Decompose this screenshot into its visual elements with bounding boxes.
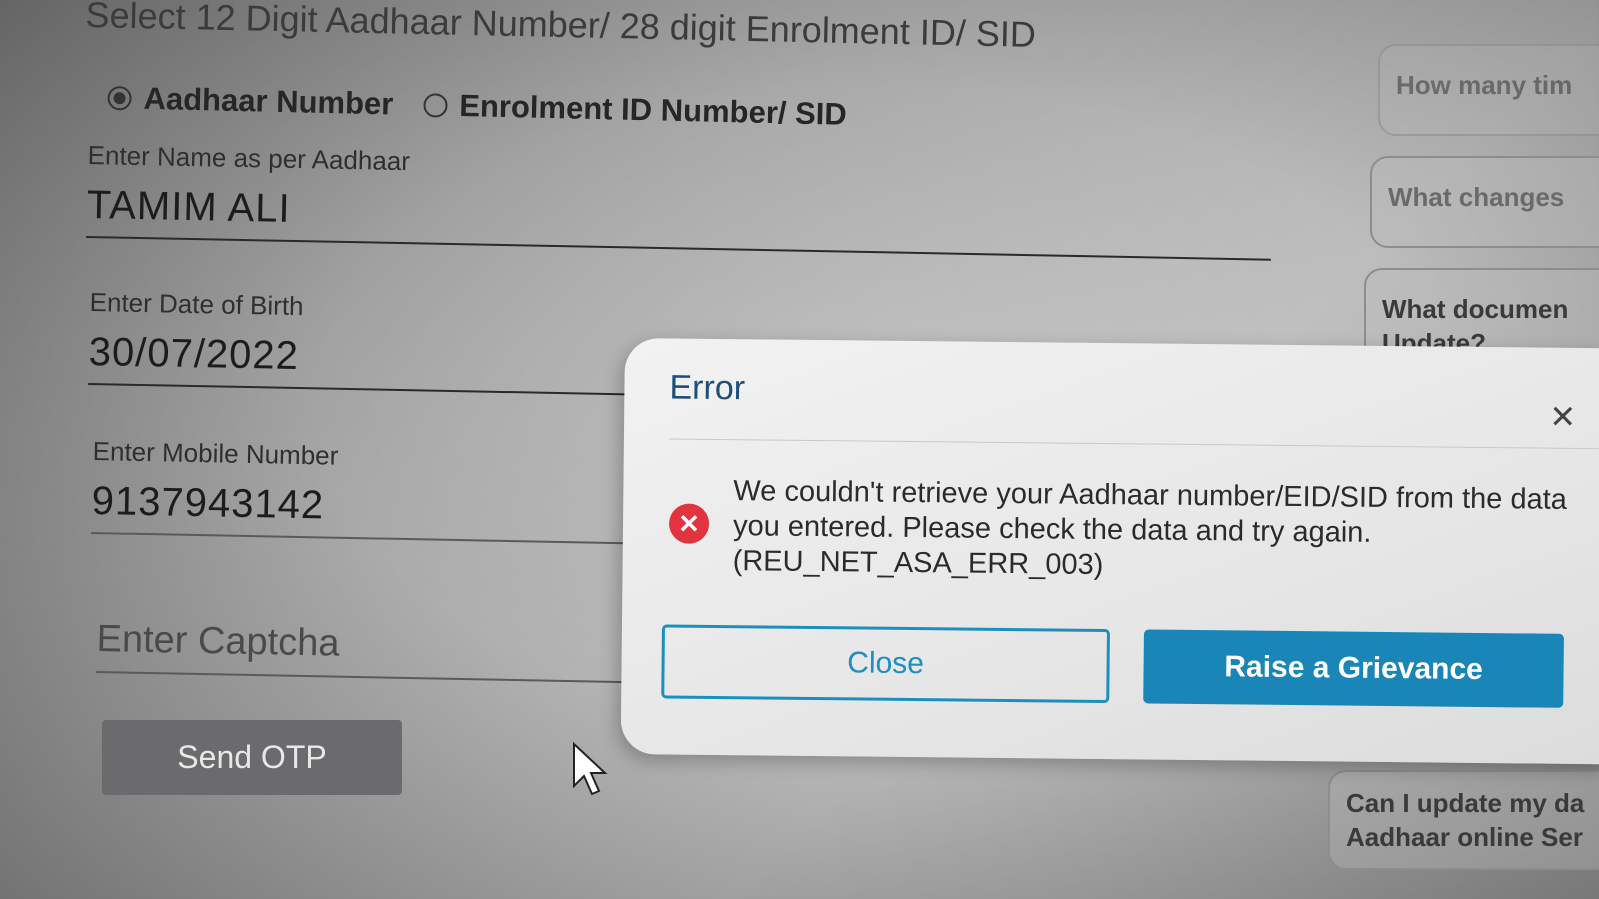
dob-input[interactable]: 30/07/2022 (88, 330, 634, 385)
form-heading: Select 12 Digit Aadhaar Number/ 28 digit… (85, 0, 1037, 55)
id-type-radio-group: Aadhaar Number Enrolment ID Number/ SID (107, 80, 877, 133)
faq-card-4[interactable]: Can I update my da Aadhaar online Ser (1328, 770, 1599, 870)
radio-label: Aadhaar Number (143, 80, 394, 122)
mobile-input[interactable]: 9137943142 (91, 479, 627, 534)
dialog-divider (668, 438, 1599, 450)
faq-card-2-text: What changes (1388, 182, 1565, 212)
mobile-field[interactable]: Enter Mobile Number 9137943142 (91, 436, 628, 545)
send-otp-button[interactable]: Send OTP (102, 720, 402, 795)
dob-field[interactable]: Enter Date of Birth 30/07/2022 (88, 287, 635, 396)
faq-card-1[interactable]: How many tim (1378, 44, 1599, 136)
error-dialog: Error ✕ ✕ We couldn't retrieve your Aadh… (620, 338, 1599, 765)
faq-card-4-line1: Can I update my da (1346, 788, 1585, 818)
captcha-field[interactable]: Enter Captcha (95, 618, 627, 684)
faq-card-1-text: How many tim (1396, 70, 1573, 100)
raise-grievance-button[interactable]: Raise a Grievance (1143, 629, 1564, 708)
faq-card-4-line2: Aadhaar online Ser (1346, 822, 1583, 852)
radio-unselected-icon[interactable] (423, 93, 448, 118)
radio-label: Enrolment ID Number/ SID (458, 87, 848, 132)
radio-enrolment-id[interactable]: Enrolment ID Number/ SID (423, 87, 847, 133)
dob-underline (88, 382, 634, 396)
mobile-underline (91, 531, 627, 545)
faq-card-2[interactable]: What changes (1370, 156, 1599, 248)
name-field[interactable]: Enter Name as per Aadhaar TAMIM ALI (86, 140, 1273, 261)
error-circle-icon: ✕ (668, 503, 710, 544)
radio-aadhaar-number[interactable]: Aadhaar Number (107, 80, 394, 122)
close-button[interactable]: Close (661, 624, 1110, 704)
mobile-label: Enter Mobile Number (92, 436, 339, 471)
faq-card-3-line1: What documen (1382, 294, 1569, 324)
dob-label: Enter Date of Birth (89, 287, 304, 322)
close-icon[interactable]: ✕ (1549, 398, 1576, 436)
captcha-input[interactable]: Enter Captcha (96, 618, 627, 671)
radio-selected-icon[interactable] (107, 85, 132, 111)
captcha-underline (95, 670, 626, 684)
error-message: We couldn't retrieve your Aadhaar number… (732, 475, 1568, 582)
dialog-title: Error (669, 368, 746, 408)
mouse-cursor-icon (573, 742, 608, 796)
